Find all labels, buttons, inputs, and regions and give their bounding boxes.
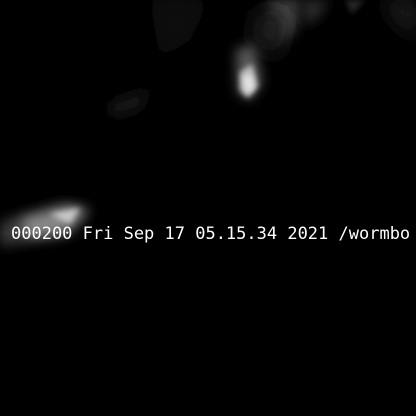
top-right-light-streaks: [250, 0, 416, 60]
camera-frame: 000200 Fri Sep 17 05.15.34 2021 /wormbo: [0, 0, 416, 416]
faint-mid-streak: [110, 0, 210, 118]
dark-scene-image: [0, 0, 416, 246]
timestamp-caption: 000200 Fri Sep 17 05.15.34 2021 /wormbo: [11, 224, 411, 244]
bright-highlight: [236, 44, 262, 100]
